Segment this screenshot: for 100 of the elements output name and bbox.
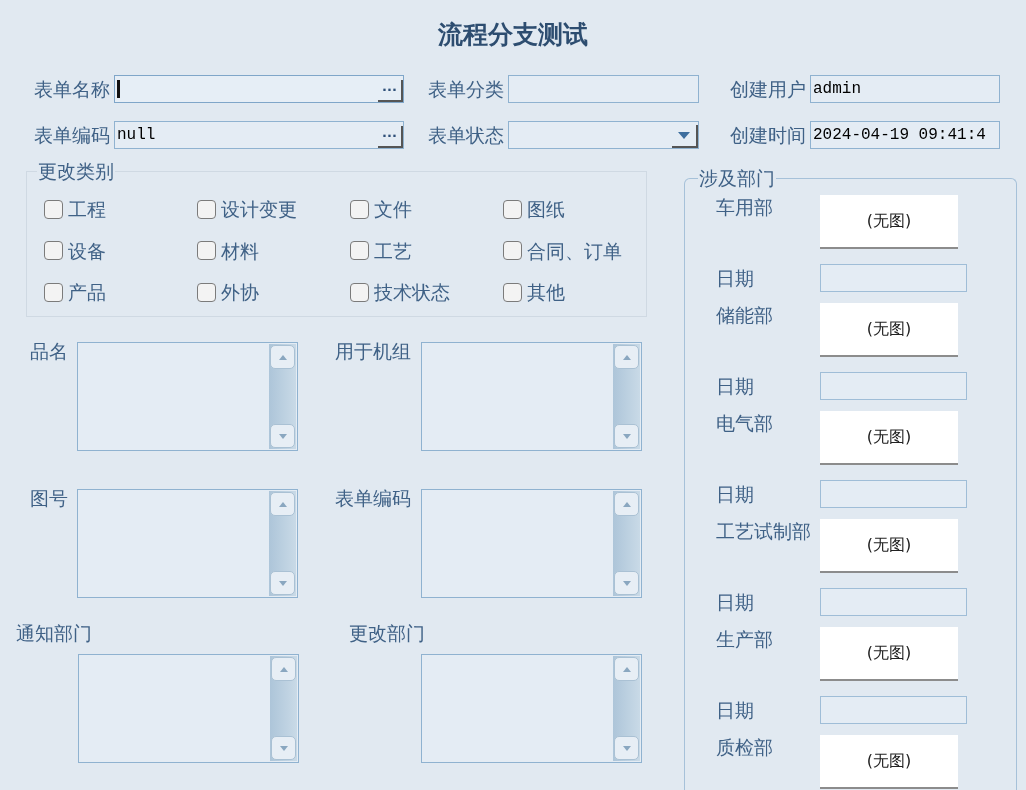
date-label: 日期: [716, 483, 755, 505]
date-label: 日期: [716, 699, 755, 721]
list-box[interactable]: [78, 654, 299, 763]
checkbox[interactable]: [44, 241, 63, 260]
caret-down-icon: [278, 433, 287, 439]
text-field[interactable]: ...: [114, 75, 404, 103]
browse-button[interactable]: ...: [378, 80, 403, 102]
caret-up-icon: [278, 354, 287, 360]
date-field[interactable]: [820, 264, 967, 292]
field-label: 表单状态: [428, 124, 505, 146]
checkbox-label[interactable]: 材料: [221, 239, 259, 262]
field-label: 表单名称: [34, 78, 111, 100]
checkbox[interactable]: [503, 282, 522, 302]
field-label: 创建用户: [730, 78, 807, 100]
signature-panel: (无图): [820, 735, 958, 789]
scroll-up-button[interactable]: [270, 345, 295, 369]
text-field[interactable]: null ...: [114, 121, 404, 149]
date-label: 日期: [716, 591, 755, 613]
field-label: 表单编码: [34, 124, 111, 146]
checkbox[interactable]: [197, 282, 216, 302]
caret-up-icon: [622, 666, 631, 672]
scrollbar[interactable]: [613, 491, 640, 596]
checkbox-label[interactable]: 设计变更: [221, 198, 297, 220]
checkbox-label[interactable]: 其他: [527, 281, 565, 303]
scrollbar[interactable]: [613, 344, 640, 449]
date-field[interactable]: [820, 696, 967, 724]
checkbox[interactable]: [350, 282, 369, 302]
date-field[interactable]: [820, 480, 967, 508]
checkbox-label[interactable]: 工艺: [374, 239, 412, 262]
scroll-up-button[interactable]: [270, 492, 295, 516]
scroll-down-button[interactable]: [614, 571, 639, 595]
signature-panel: (无图): [820, 303, 958, 357]
checkbox[interactable]: [503, 241, 522, 260]
scroll-down-button[interactable]: [614, 736, 639, 760]
caret-up-icon: [278, 501, 287, 507]
group-title: 涉及部门: [698, 168, 776, 189]
caret-down-icon: [622, 433, 631, 439]
checkbox[interactable]: [350, 199, 369, 219]
field-label: 更改部门: [349, 622, 425, 644]
checkbox-label[interactable]: 技术状态: [374, 281, 450, 303]
department-label: 工艺试制部: [716, 520, 812, 542]
field-label: 图号: [30, 487, 68, 509]
checkbox-label[interactable]: 产品: [68, 281, 106, 303]
text-field[interactable]: 2024-04-19 09:41:4: [810, 121, 1000, 149]
checkbox-label[interactable]: 文件: [374, 198, 412, 220]
checkbox-label[interactable]: 工程: [68, 198, 106, 220]
caret-up-icon: [279, 666, 288, 672]
checkbox-label[interactable]: 外协: [221, 281, 259, 303]
dropdown-button[interactable]: [672, 125, 698, 148]
checkbox-label[interactable]: 设备: [68, 239, 106, 262]
date-field[interactable]: [820, 588, 967, 616]
text-field[interactable]: [508, 75, 699, 103]
text-field[interactable]: admin: [810, 75, 1000, 103]
field-label: 创建时间: [730, 124, 807, 146]
field-label: 品名: [30, 340, 68, 362]
department-label: 储能部: [716, 304, 774, 326]
scrollbar[interactable]: [270, 656, 297, 761]
scroll-down-button[interactable]: [271, 736, 296, 760]
checkbox[interactable]: [197, 199, 216, 219]
list-box[interactable]: [421, 489, 642, 598]
scroll-up-button[interactable]: [614, 345, 639, 369]
dropdown-field[interactable]: [508, 121, 699, 149]
signature-panel: (无图): [820, 627, 958, 681]
caret-down-icon: [622, 580, 631, 586]
list-box[interactable]: [77, 489, 298, 598]
caret-down-icon: [279, 745, 288, 751]
list-box[interactable]: [421, 654, 642, 763]
date-label: 日期: [716, 375, 755, 397]
browse-button[interactable]: ...: [378, 126, 403, 148]
checkbox-label[interactable]: 合同、订单: [527, 239, 622, 262]
scroll-down-button[interactable]: [270, 571, 295, 595]
checkbox[interactable]: [44, 282, 63, 302]
date-field[interactable]: [820, 372, 967, 400]
checkbox[interactable]: [197, 241, 216, 260]
checkbox-label[interactable]: 图纸: [527, 198, 565, 220]
checkbox[interactable]: [44, 199, 63, 219]
date-label: 日期: [716, 267, 755, 289]
signature-panel: (无图): [820, 195, 958, 249]
scrollbar[interactable]: [269, 344, 296, 449]
department-label: 电气部: [716, 412, 774, 434]
caret-down-icon: [278, 580, 287, 586]
checkbox[interactable]: [503, 199, 522, 219]
list-box[interactable]: [421, 342, 642, 451]
caret-down-icon: [622, 745, 631, 751]
scroll-up-button[interactable]: [614, 492, 639, 516]
list-box[interactable]: [77, 342, 298, 451]
department-label: 生产部: [716, 628, 774, 650]
caret-down-icon: [678, 132, 690, 139]
form-title: 流程分支测试: [438, 20, 588, 50]
signature-panel: (无图): [820, 519, 958, 573]
checkbox[interactable]: [350, 241, 369, 260]
field-label: 表单编码: [335, 487, 411, 509]
scrollbar[interactable]: [613, 656, 640, 761]
field-label: 表单分类: [428, 78, 505, 100]
scrollbar[interactable]: [269, 491, 296, 596]
scroll-down-button[interactable]: [270, 424, 295, 448]
scroll-down-button[interactable]: [614, 424, 639, 448]
scroll-up-button[interactable]: [614, 657, 639, 681]
field-label: 通知部门: [16, 622, 92, 644]
scroll-up-button[interactable]: [271, 657, 296, 681]
